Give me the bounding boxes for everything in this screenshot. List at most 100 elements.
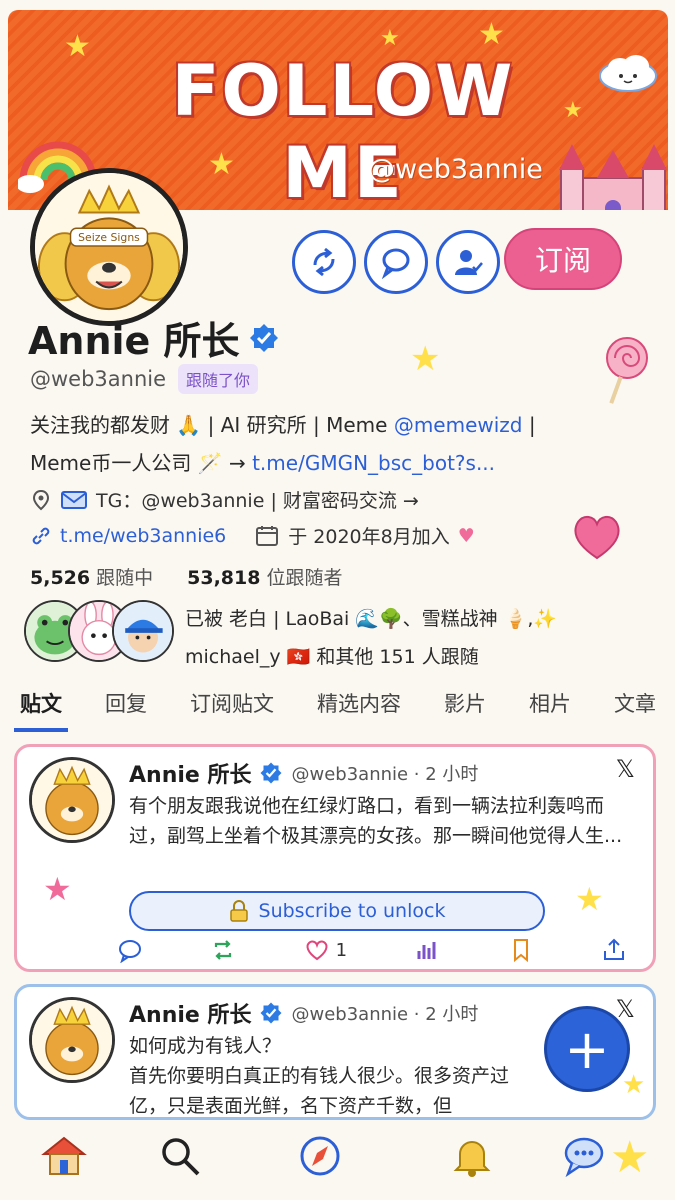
profile-bio: 关注我的都发财 🙏 | AI 研究所 | Meme @memewizd | Me… [30, 406, 630, 482]
svg-text:Seize Signs: Seize Signs [78, 231, 140, 244]
star-icon: ★ [380, 26, 400, 51]
tab-replies[interactable]: 回复 [99, 688, 153, 732]
followed-by-line: 已被 老白 | LaoBai 🌊🌳、雪糕战神 🍦,✨ [185, 608, 558, 630]
analytics-icon [417, 942, 436, 959]
calendar-icon [256, 525, 279, 546]
post-author-avatar[interactable] [29, 997, 115, 1083]
explore-icon [300, 1136, 340, 1176]
home-icon [41, 1136, 87, 1175]
reply-icon [119, 940, 141, 963]
tab-articles[interactable]: 文章 [608, 688, 662, 732]
heart-outline-icon [306, 940, 328, 961]
repost-icon [215, 940, 232, 960]
following-count[interactable]: 5,526 跟随中 [30, 563, 153, 590]
location-pin-icon [32, 489, 50, 510]
subscribe-button[interactable]: 订阅 [504, 228, 622, 290]
repost-button[interactable] [210, 937, 236, 963]
nav-explore[interactable] [292, 1128, 348, 1184]
messages-icon [564, 1137, 604, 1178]
post-meta: @web3annie · 2 小时 [291, 764, 479, 785]
post-meta: @web3annie · 2 小时 [291, 1004, 479, 1025]
follow-counts: 5,526 跟随中 53,818 位跟随者 [30, 563, 342, 590]
compose-fab-button[interactable]: + [544, 1006, 630, 1092]
post-author-name[interactable]: Annie 所长 [129, 997, 251, 1029]
post-header: Annie 所长 @web3annie · 2 小时 [129, 757, 478, 789]
castle-icon [559, 144, 667, 210]
like-button[interactable]: 1 [304, 937, 347, 963]
cloud-icon [599, 55, 657, 92]
notifications-icon [453, 1141, 491, 1177]
mutual-followers-avatars[interactable] [24, 600, 174, 666]
profile-meta-website: t.me/web3annie6 于 2020年8月加入 ♥ [30, 522, 475, 549]
post-text-line: 首先你要明白真正的有钱人很少。很多资产过亿，只是表面光鲜，名下资产千数，但 [129, 1065, 510, 1117]
post-text: 有个朋友跟我说他在红绿灯路口，看到一辆法拉利轰鸣而过，副驾上坐着个极其漂亮的女孩… [129, 795, 623, 847]
profile-location-text: TG：@web3annie | 财富密码交流 → [96, 490, 419, 512]
post-card[interactable]: Annie 所长 @web3annie · 2 小时 𝕏 有个朋友跟我说他在红绿… [14, 744, 656, 972]
banner-title: FOLLOW ME [171, 50, 515, 210]
reply-button[interactable] [117, 937, 143, 963]
nav-messages[interactable] [556, 1128, 612, 1184]
followed-by-line: michael_y 🇭🇰 和其他 151 人跟随 [185, 646, 479, 668]
post-text: 如何成为有钱人？ 首先你要明白真正的有钱人很少。很多资产过亿，只是表面光鲜，名下… [129, 1031, 529, 1121]
post-actions: 1 [117, 937, 627, 963]
boy-cap-avatar [112, 600, 174, 662]
follows-you-badge: 跟随了你 [178, 364, 259, 394]
star-icon: ★ [610, 1132, 650, 1183]
unlock-label: Subscribe to unlock [258, 900, 446, 922]
bookmark-button[interactable] [508, 937, 534, 963]
bio-text: | [522, 413, 536, 437]
bio-mention-link[interactable]: @memewizd [394, 413, 523, 437]
profile-name: Annie 所长 [28, 319, 240, 363]
search-icon [162, 1138, 200, 1176]
profile-name-row: Annie 所长 [28, 310, 280, 365]
profile-avatar[interactable]: Seize Signs [30, 168, 188, 326]
verified-badge-icon [249, 323, 278, 352]
bio-link[interactable]: t.me/GMGN_bsc_bot?s... [252, 451, 495, 475]
follow-user-button[interactable] [436, 230, 500, 294]
bio-text: 关注我的都发财 🙏 | AI 研究所 | Meme [30, 413, 394, 437]
views-button[interactable] [414, 937, 440, 963]
share-icon [313, 247, 335, 277]
tab-highlights[interactable]: 精选内容 [311, 688, 407, 732]
profile-meta-location: TG：@web3annie | 财富密码交流 → [30, 486, 419, 513]
tab-subscribed-posts[interactable]: 订阅贴文 [184, 688, 280, 732]
followed-by-text[interactable]: 已被 老白 | LaoBai 🌊🌳、雪糕战神 🍦,✨ michael_y 🇭🇰 … [185, 600, 625, 676]
chat-bubble-icon [381, 248, 410, 279]
profile-handle: @web3annie [30, 367, 167, 391]
like-count: 1 [335, 939, 348, 961]
verified-badge-icon [260, 1002, 282, 1024]
person-check-icon [455, 250, 483, 275]
profile-tabs: 贴文 回复 订阅贴文 精选内容 影片 相片 文章 [14, 688, 662, 732]
share-button[interactable] [601, 937, 627, 963]
post-author-name[interactable]: Annie 所长 [129, 757, 251, 789]
heart-icon [574, 516, 620, 560]
tab-posts[interactable]: 贴文 [14, 688, 68, 732]
star-icon: ★ [478, 17, 505, 52]
star-icon: ★ [410, 339, 441, 379]
verified-badge-icon [260, 762, 282, 784]
post-text-line: 如何成为有钱人？ [129, 1035, 282, 1057]
subscribe-to-unlock-button[interactable]: Subscribe to unlock [129, 891, 545, 931]
profile-joined-date: 于 2020年8月加入 [288, 526, 450, 548]
nav-search[interactable] [152, 1128, 208, 1184]
nav-home[interactable] [36, 1128, 92, 1184]
followers-count[interactable]: 53,818 位跟随者 [187, 563, 342, 590]
envelope-icon [61, 490, 87, 509]
bookmark-icon [513, 939, 528, 963]
lock-icon [229, 900, 248, 922]
star-icon: ★ [622, 1070, 646, 1100]
post-author-avatar[interactable] [29, 757, 115, 843]
bottom-navigation: ★ [0, 1120, 675, 1200]
more-actions-button[interactable] [292, 230, 356, 294]
post-header: Annie 所长 @web3annie · 2 小时 [129, 997, 478, 1029]
message-button[interactable] [364, 230, 428, 294]
star-icon: ★ [43, 870, 72, 908]
x-logo-icon: 𝕏 [615, 755, 635, 783]
profile-website-link[interactable]: t.me/web3annie6 [60, 525, 226, 547]
banner-handle: @web3annie [368, 154, 543, 185]
tab-photos[interactable]: 相片 [523, 688, 577, 732]
small-heart-icon: ♥ [457, 524, 475, 547]
link-icon [32, 527, 50, 544]
nav-notifications[interactable] [444, 1128, 500, 1184]
tab-videos[interactable]: 影片 [438, 688, 492, 732]
